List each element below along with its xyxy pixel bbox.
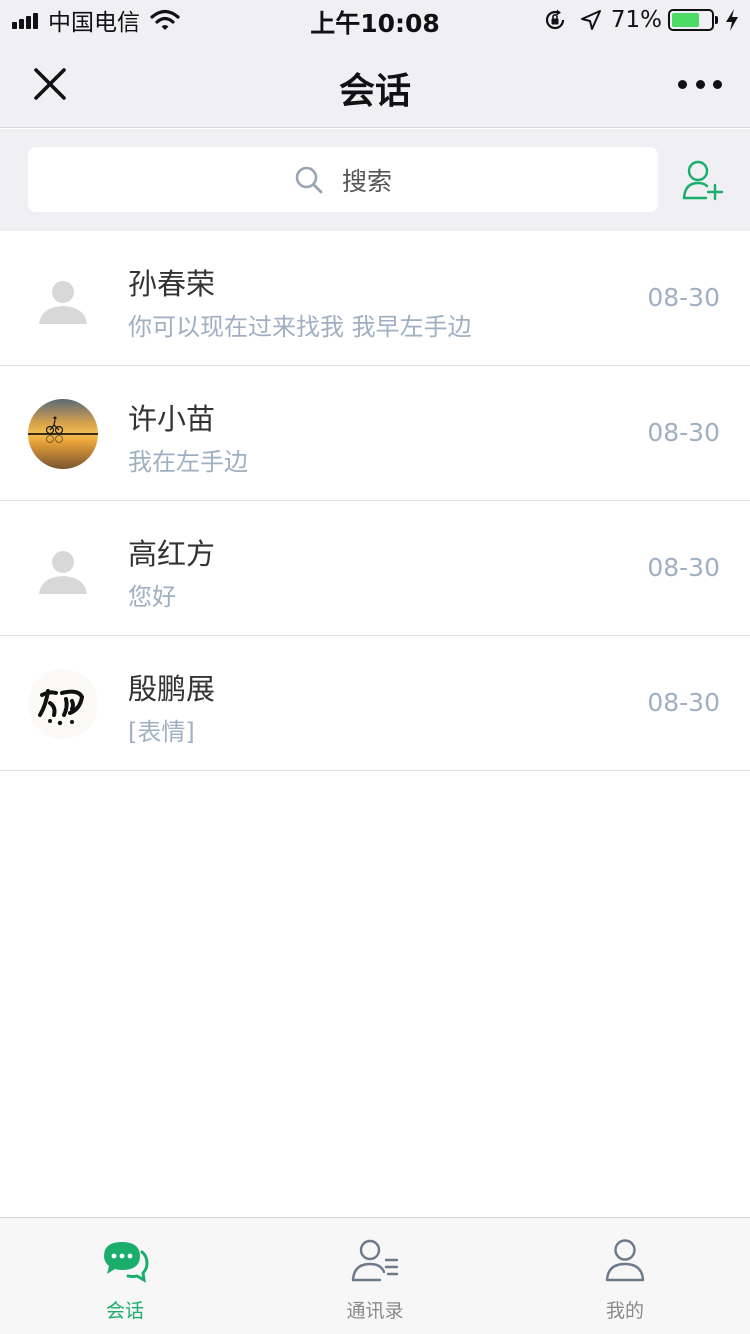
last-message: 我在左手边 [128,448,248,476]
battery-level [672,13,699,27]
tab-bar: 会话 通讯录 我的 [0,1217,750,1334]
contact-name: 许小苗 [128,402,216,436]
tab-label: 我的 [605,1300,644,1322]
contact-name: 孙春荣 [128,267,216,301]
nav-bar: 会话 [0,40,750,128]
add-friend-icon[interactable] [682,159,724,201]
contact-name: 高红方 [128,537,216,571]
page-title: 会话 [338,71,411,112]
last-message: 你可以现在过来找我 我早左手边 [128,313,472,341]
profile-icon [605,1239,645,1282]
avatar [28,399,98,469]
charging-icon [726,9,738,31]
search-input[interactable]: 搜索 [28,147,658,212]
battery-percent: 71% [610,7,662,33]
contact-name: 殷鹏展 [128,672,216,706]
tab-contacts[interactable]: 通讯录 [250,1218,500,1334]
conversation-list: 孙春荣 你可以现在过来找我 我早左手边 08-30 许小苗 我在左手边 08-3… [0,231,750,771]
status-right: 71% [543,6,740,34]
sunset-cyclist-photo [28,399,98,469]
battery-icon [668,9,718,31]
conversation-item[interactable]: 殷鹏展 [表情] 08-30 [0,636,750,771]
location-icon [580,10,601,30]
orientation-lock-icon [545,9,564,30]
tab-label: 通讯录 [346,1300,404,1322]
contacts-icon [351,1239,399,1282]
tab-chat[interactable]: 会话 [0,1218,250,1334]
last-message: [表情] [128,718,195,746]
avatar [28,669,98,739]
message-time: 08-30 [647,418,720,447]
avatar [28,534,98,604]
tab-profile[interactable]: 我的 [500,1218,750,1334]
tab-label: 会话 [105,1300,144,1322]
search-placeholder: 搜索 [341,166,392,196]
search-icon [295,166,323,193]
more-icon[interactable] [678,74,722,94]
conversation-item[interactable]: 孙春荣 你可以现在过来找我 我早左手边 08-30 [0,231,750,366]
last-message: 您好 [128,583,176,611]
calligraphy-avatar [28,669,98,739]
chat-icon [104,1242,149,1283]
conversation-item[interactable]: 高红方 您好 08-30 [0,501,750,636]
message-time: 08-30 [647,283,720,312]
message-time: 08-30 [647,553,720,582]
default-avatar-icon [28,264,98,334]
search-area: 搜索 [0,129,750,231]
default-avatar-icon [28,534,98,604]
message-time: 08-30 [647,688,720,717]
avatar [28,264,98,334]
conversation-item[interactable]: 许小苗 我在左手边 08-30 [0,366,750,501]
status-bar: 中国电信 上午10:08 71% [0,0,750,40]
